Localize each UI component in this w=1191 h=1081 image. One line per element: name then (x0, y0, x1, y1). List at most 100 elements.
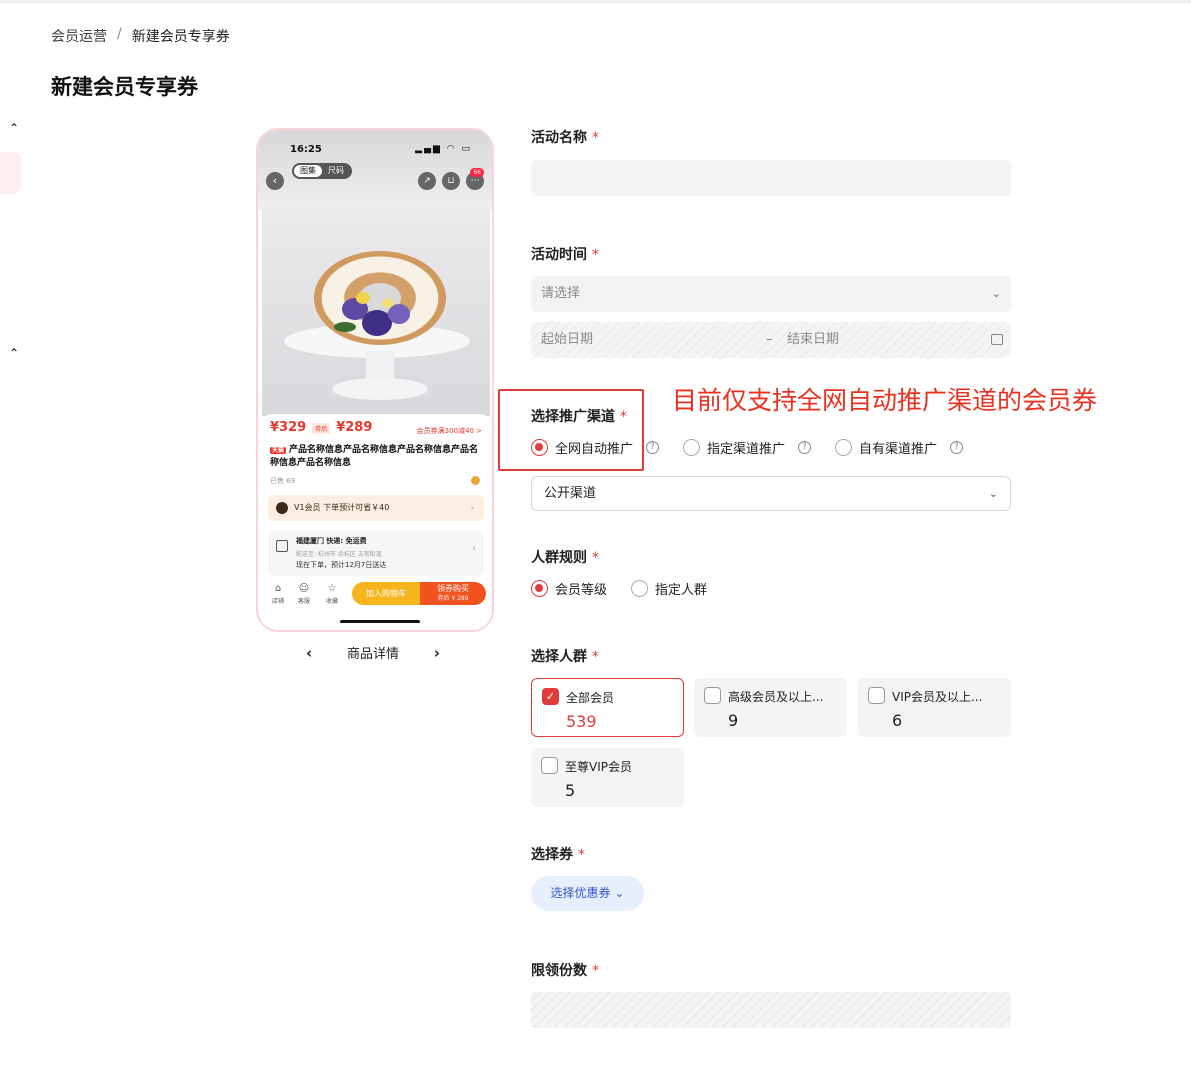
chevron-right-icon: › (470, 503, 474, 512)
activity-time-label: 活动时间 * (531, 244, 599, 264)
crowd-card-vip-members[interactable]: VIP会员及以上... 6 (858, 678, 1011, 737)
start-date-field[interactable]: 起始日期 (541, 322, 593, 358)
crowd-name: VIP会员及以上... (892, 690, 983, 704)
required-mark: * (592, 247, 599, 263)
crowd-rule-label: 人群规则 * (531, 547, 599, 567)
radio-label: 指定人群 (655, 583, 708, 598)
crowd-name: 全部会员 (566, 691, 615, 705)
channel-select[interactable]: 公开渠道 ⌄ (531, 476, 1011, 511)
chevron-right-icon[interactable]: › (434, 644, 440, 662)
help-icon[interactable]: ? (646, 441, 660, 454)
select-value: 公开渠道 (544, 486, 597, 501)
back-icon[interactable]: ‹ (266, 172, 284, 190)
breadcrumb-parent[interactable]: 会员运营 (51, 26, 107, 46)
channel-radio-group: 全网自动推广? 指定渠道推广? 自有渠道推广? (531, 438, 987, 457)
radio-channel-specified[interactable]: 指定渠道推广? (683, 438, 812, 457)
crowd-count: 5 (565, 781, 576, 800)
shop-icon (471, 476, 480, 485)
label-text: 活动时间 (531, 247, 587, 263)
radio-channel-auto[interactable]: 全网自动推广? (531, 438, 660, 457)
crowd-count: 539 (566, 712, 597, 731)
checkbox[interactable]: ✓ (542, 688, 559, 705)
product-photo (262, 206, 490, 416)
crowd-card-all-members[interactable]: ✓ 全部会员 539 (531, 678, 684, 737)
required-mark: * (592, 130, 599, 146)
end-date-field[interactable]: 结束日期 (787, 322, 839, 358)
help-icon[interactable]: ? (950, 441, 964, 454)
bar-item-favorite[interactable]: ☆ 收藏 (322, 582, 342, 605)
member-coupon-link[interactable]: 会员券满300减40 > (417, 426, 482, 436)
radio-specified-crowd[interactable]: 指定人群 (631, 579, 707, 598)
page-title: 新建会员专享券 (51, 75, 198, 99)
price-row: ¥329 券后 ¥289 (270, 420, 372, 435)
preview-pager: ‹ 商品详情 › (306, 643, 440, 663)
crowd-name: 至尊VIP会员 (565, 760, 632, 774)
breadcrumb-current: 新建会员专享券 (131, 29, 230, 45)
original-price: ¥329 (270, 420, 307, 435)
sold-count: 已售 69 (270, 477, 296, 485)
activity-time-select[interactable]: 请选择 ⌄ (531, 276, 1011, 312)
buy-with-coupon-button[interactable]: 领券购买 券后 ¥ 289 (420, 582, 486, 605)
chevron-down-icon: ⌄ (614, 886, 625, 900)
service-icon: ☺ (298, 583, 310, 594)
radio-label: 自有渠道推广 (859, 442, 938, 457)
checkbox[interactable] (868, 687, 885, 704)
bottom-action-bar: ⌂ 店铺 ☺ 客服 ☆ 收藏 加入购物车 领券购买 券后 ¥ 289 (268, 582, 486, 608)
add-to-cart-button[interactable]: 加入购物车 (352, 582, 420, 605)
sidebar-active-tab[interactable] (0, 152, 21, 194)
select-coupon-button[interactable]: 选择优惠券 ⌄ (531, 876, 644, 911)
shipping-row[interactable]: 福建厦门 快递: 免运费 配送至: 杭州市 余杭区 五常街道 现在下单，预计12… (268, 530, 484, 576)
label-text: 限领份数 (531, 963, 587, 979)
button-label: 选择优惠券 (550, 886, 611, 900)
leaf-decoration (334, 322, 356, 332)
label-text: 活动名称 (531, 130, 587, 146)
radio-label: 会员等级 (555, 583, 608, 598)
chevron-right-icon: › (472, 544, 476, 554)
phone-preview: 16:25 ▂▄▆ ◠ ▭ ‹ 图集 尺码 ↗ ⊔ ··· 66 ¥329 券后… (256, 128, 494, 632)
checkbox[interactable] (704, 687, 721, 704)
activity-name-input[interactable] (531, 160, 1011, 196)
crowd-card-senior-members[interactable]: 高级会员及以上... 9 (694, 678, 847, 737)
required-mark: * (620, 409, 627, 425)
bar-item-label: 收藏 (325, 598, 338, 605)
label-text: 选择推广渠道 (531, 409, 615, 425)
product-info-panel: ¥329 券后 ¥289 会员券满300减40 > 天猫 产品名称信息产品名称信息… (262, 414, 490, 630)
chevron-left-icon[interactable]: ‹ (306, 644, 312, 662)
status-icons: ▂▄▆ ◠ ▭ (415, 144, 472, 154)
crowd-rule-radio-group: 会员等级 指定人群 (531, 579, 731, 598)
coupon-tag: 券后 (312, 423, 331, 434)
limit-input-disabled[interactable] (531, 992, 1011, 1028)
radio-circle[interactable] (631, 580, 649, 597)
phone-time: 16:25 (290, 144, 322, 155)
tab-gallery[interactable]: 图集 (294, 165, 322, 177)
tab-size[interactable]: 尺码 (322, 165, 350, 177)
price-after-coupon: ¥289 (336, 420, 373, 435)
annotation-highlight-box (498, 389, 644, 471)
bar-item-store[interactable]: ⌂ 店铺 (268, 582, 288, 605)
radio-circle[interactable] (835, 439, 853, 456)
cart-icon[interactable]: ⊔ (442, 172, 460, 190)
radio-channel-own[interactable]: 自有渠道推广? (835, 438, 964, 457)
radio-circle[interactable] (683, 439, 701, 456)
ship-from: 福建厦门 快递: 免运费 (296, 537, 367, 545)
radio-member-level[interactable]: 会员等级 (531, 579, 607, 598)
help-icon[interactable]: ? (798, 441, 812, 454)
notification-badge: 66 (470, 168, 484, 177)
calendar-icon (991, 334, 1003, 345)
date-range-picker[interactable]: 起始日期 – 结束日期 (531, 322, 1011, 358)
crowd-card-supreme-vip[interactable]: 至尊VIP会员 5 (531, 748, 684, 807)
flower-decoration (356, 292, 370, 304)
share-icon[interactable]: ↗ (418, 172, 436, 190)
bar-item-service[interactable]: ☺ 客服 (294, 582, 314, 605)
tmall-tag: 天猫 (270, 447, 287, 454)
buy-sub-label: 券后 ¥ 289 (437, 595, 469, 602)
chevron-up-icon[interactable]: ⌃ (9, 346, 19, 360)
cake-stand-base (332, 378, 428, 400)
radio-circle[interactable] (531, 580, 548, 597)
radio-circle[interactable] (531, 439, 548, 456)
vip-icon (276, 502, 288, 514)
vip-benefit-row[interactable]: V1会员 下单预计可省￥40 › (268, 495, 484, 521)
chevron-up-icon[interactable]: ⌃ (9, 121, 19, 135)
checkbox[interactable] (541, 757, 558, 774)
crowd-count: 6 (892, 711, 903, 730)
